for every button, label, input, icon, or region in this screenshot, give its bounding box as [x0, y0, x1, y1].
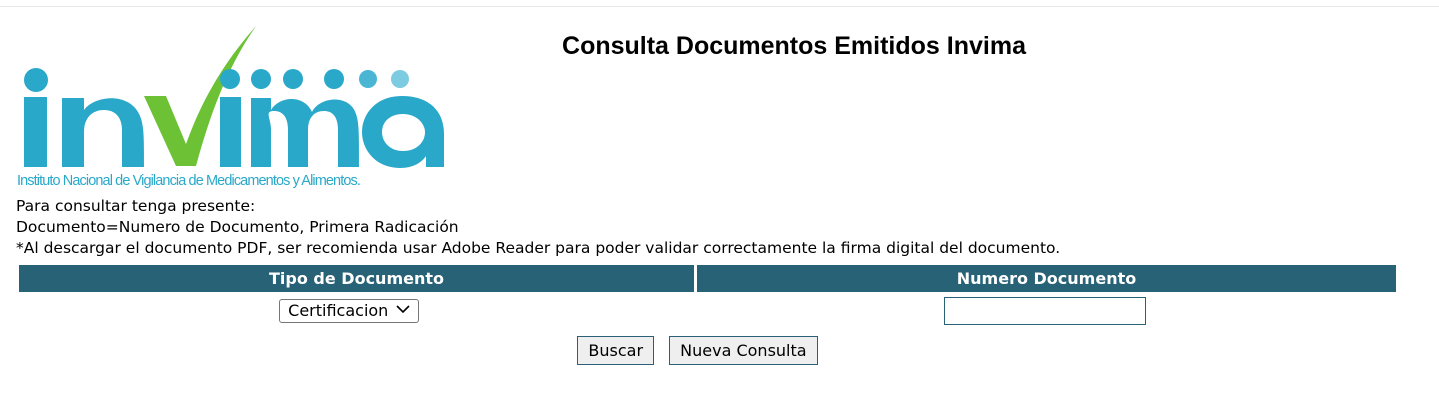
logo-caption: Instituto Nacional de Vigilancia de Medi…	[17, 173, 360, 189]
logo-n	[62, 98, 144, 167]
tipo-documento-select[interactable]: Certificacion	[279, 299, 420, 323]
logo-dot-6	[391, 70, 409, 88]
instructions-line-2: Documento=Numero de Documento, Primera R…	[16, 218, 459, 236]
instructions-line-3: *Al descargar el documento PDF, ser reco…	[16, 239, 1061, 257]
nueva-consulta-button[interactable]: Nueva Consulta	[669, 336, 818, 365]
tipo-documento-selected-value: Certificacion	[288, 301, 389, 320]
tipo-documento-cell: Certificacion	[19, 292, 696, 330]
action-buttons: Buscar Nueva Consulta	[0, 336, 1439, 365]
search-form-input-row: Certificacion	[19, 292, 1396, 330]
instructions-line-1: Para consultar tenga presente:	[16, 197, 256, 215]
logo-dot-4	[324, 69, 344, 89]
numero-documento-cell	[696, 292, 1397, 330]
logo-dot-5	[359, 70, 377, 88]
invima-logo: Instituto Nacional de Vigilancia de Medi…	[14, 24, 446, 190]
logo-dot-1	[220, 69, 240, 89]
logo-i-stem	[24, 97, 47, 167]
logo-i-dot	[24, 68, 48, 92]
logo-a	[362, 96, 444, 168]
invima-logo-graphic: Instituto Nacional de Vigilancia de Medi…	[17, 26, 444, 189]
search-form-header-row: Tipo de Documento Numero Documento	[19, 265, 1396, 292]
logo-dot-3	[283, 69, 303, 89]
numero-documento-input[interactable]	[943, 297, 1146, 325]
logo-m	[251, 98, 359, 167]
numero-documento-header: Numero Documento	[695, 265, 1396, 292]
page-title: Consulta Documentos Emitidos Invima	[562, 32, 1026, 60]
logo-dot-2	[251, 69, 271, 89]
buscar-button[interactable]: Buscar	[577, 336, 655, 365]
top-divider	[0, 6, 1439, 7]
action-buttons-group: Buscar Nueva Consulta	[572, 336, 822, 365]
search-form-table: Tipo de Documento Numero Documento Certi…	[19, 265, 1396, 330]
chevron-down-icon	[396, 299, 410, 323]
instructions: Para consultar tenga presente: Documento…	[16, 196, 1060, 259]
tipo-documento-header: Tipo de Documento	[19, 265, 697, 292]
logo-i2-stem	[220, 97, 241, 167]
